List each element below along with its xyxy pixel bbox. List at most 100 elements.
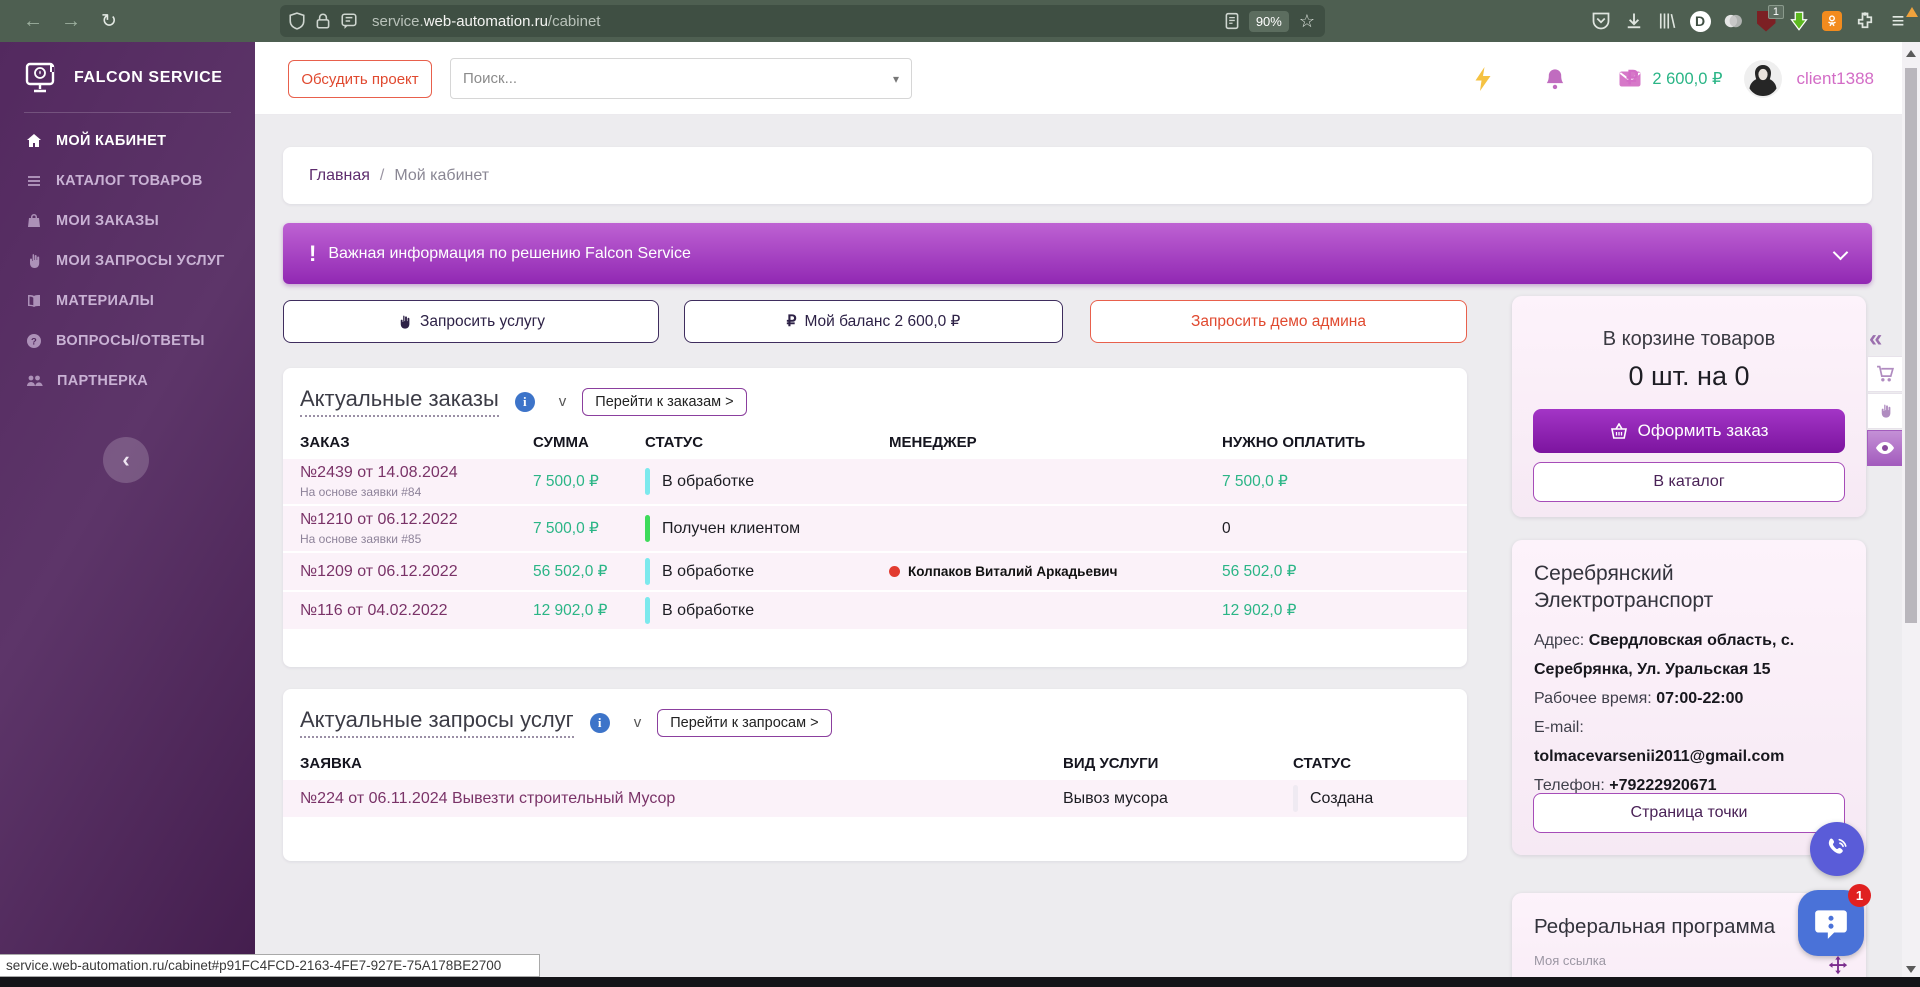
scroll-down-arrow[interactable] — [1906, 966, 1916, 973]
info-icon[interactable]: i — [590, 713, 610, 733]
search-combobox[interactable]: ▾ — [450, 58, 912, 99]
sidebar-item-my-orders[interactable]: МОИ ЗАКАЗЫ — [0, 201, 255, 241]
order-row[interactable]: №2439 от 14.08.2024 На основе заявки #84… — [283, 459, 1467, 506]
sidebar-divider — [24, 112, 231, 113]
pocket-icon[interactable] — [1589, 9, 1613, 33]
request-row[interactable]: №224 от 06.11.2024 Вывезти строительный … — [283, 780, 1467, 819]
address-bar[interactable]: service.web-automation.ru/cabinet 90% ☆ — [280, 5, 1325, 37]
order-id[interactable]: №1210 от 06.12.2022 — [300, 511, 533, 529]
extensions-puzzle-icon[interactable] — [1853, 9, 1877, 33]
manager-status-dot — [889, 566, 900, 577]
order-status: В обработке — [662, 602, 754, 620]
bag-icon — [26, 213, 42, 229]
zoom-level-badge[interactable]: 90% — [1249, 11, 1289, 32]
browser-back-icon[interactable]: ← — [14, 10, 52, 33]
order-id[interactable]: №2439 от 14.08.2024 — [300, 464, 533, 482]
downloader-arrow-icon[interactable] — [1787, 9, 1811, 33]
checkout-label: Оформить заказ — [1638, 421, 1769, 441]
phone-label: Телефон: — [1534, 777, 1605, 794]
duckduckgo-icon[interactable]: D — [1688, 9, 1712, 33]
falcon-monitor-icon — [24, 62, 60, 94]
browser-reload-icon[interactable]: ↻ — [90, 10, 128, 33]
sidebar-item-label: КАТАЛОГ ТОВАРОВ — [56, 173, 203, 189]
order-row[interactable]: №1210 от 06.12.2022 На основе заявки #85… — [283, 506, 1467, 553]
discuss-project-button[interactable]: Обсудить проект — [288, 60, 432, 98]
sidebar-collapse-button[interactable]: ‹ — [103, 437, 149, 483]
phone-value[interactable]: +79222920671 — [1609, 777, 1716, 794]
bookmark-star-icon[interactable]: ☆ — [1299, 11, 1315, 32]
url-path: /cabinet — [548, 13, 601, 30]
goto-requests-button[interactable]: Перейти к запросам > — [657, 709, 831, 737]
requests-collapse-toggle[interactable]: v — [634, 714, 642, 731]
chevron-down-icon[interactable] — [1833, 245, 1849, 261]
order-status: В обработке — [662, 563, 754, 581]
browser-toolbar: ← → ↻ service.web-automation.ru/cabinet … — [0, 0, 1920, 42]
info-icon[interactable]: i — [515, 392, 535, 412]
balance-amount[interactable]: 2 600,0 ₽ — [1652, 69, 1722, 89]
book-icon — [26, 293, 42, 309]
store-hours: Рабочее время: 07:00-22:00 — [1534, 684, 1844, 713]
library-icon[interactable] — [1655, 9, 1679, 33]
rail-cart-button[interactable] — [1867, 356, 1902, 392]
order-id[interactable]: №1209 от 06.12.2022 — [300, 563, 533, 581]
header-user-area: ₽ 2 600,0 ₽ client1388 — [1626, 42, 1874, 115]
store-info-card: Серебрянский Электротранспорт Адрес: Све… — [1512, 540, 1866, 855]
viber-button[interactable] — [1810, 822, 1864, 876]
avatar[interactable] — [1744, 60, 1782, 98]
chevron-down-icon[interactable]: ▾ — [893, 72, 899, 86]
order-row[interactable]: №116 от 04.02.2022 12 902,0 ₽ В обработк… — [283, 592, 1467, 631]
browser-forward-icon[interactable]: → — [52, 10, 90, 33]
privacy-circles-icon[interactable] — [1721, 9, 1745, 33]
rail-services-button[interactable] — [1867, 393, 1902, 429]
request-demo-button[interactable]: Запросить демо админа — [1090, 300, 1467, 343]
hand-icon — [397, 314, 412, 330]
lightning-icon[interactable] — [1474, 67, 1492, 91]
request-id[interactable]: №224 от 06.11.2024 Вывезти строительный … — [300, 790, 1063, 808]
lock-icon[interactable] — [314, 12, 332, 30]
scrollbar-thumb[interactable] — [1905, 68, 1917, 623]
col-sum: СУММА — [533, 434, 645, 451]
search-input[interactable] — [463, 70, 893, 87]
goto-orders-button[interactable]: Перейти к заказам > — [582, 388, 746, 416]
ruble-icon[interactable]: ₽ — [1626, 67, 1638, 90]
ok-ru-icon[interactable] — [1820, 9, 1844, 33]
reader-mode-icon[interactable] — [1223, 12, 1241, 30]
store-page-button[interactable]: Страница точки — [1533, 793, 1845, 833]
order-row[interactable]: №1209 от 06.12.2022 56 502,0 ₽ В обработ… — [283, 553, 1467, 592]
referral-link-label: Моя ссылка — [1534, 953, 1844, 968]
sidebar-item-my-cabinet[interactable]: МОЙ КАБИНЕТ — [0, 121, 255, 161]
permissions-icon[interactable] — [340, 12, 358, 30]
breadcrumb-home[interactable]: Главная — [309, 167, 370, 185]
email-value[interactable]: tolmacevarsenii2011@gmail.com — [1534, 748, 1784, 765]
orders-collapse-toggle[interactable]: v — [559, 393, 567, 410]
screen: ← → ↻ service.web-automation.ru/cabinet … — [0, 0, 1920, 987]
ublock-icon[interactable]: 1 — [1754, 9, 1778, 33]
scroll-up-arrow[interactable] — [1906, 50, 1916, 57]
panel-collapse-icon[interactable]: « — [1869, 325, 1882, 353]
sidebar-item-catalog[interactable]: КАТАЛОГ ТОВАРОВ — [0, 161, 255, 201]
my-balance-button[interactable]: ₽ Мой баланс 2 600,0 ₽ — [684, 300, 1063, 343]
app-menu-icon[interactable]: ≡ — [1886, 9, 1910, 33]
sidebar-item-materials[interactable]: МАТЕРИАЛЫ — [0, 281, 255, 321]
sidebar-item-label: МОИ ЗАПРОСЫ УСЛУГ — [56, 253, 225, 269]
basket-icon — [1610, 423, 1628, 439]
exclamation-icon: ! — [309, 241, 316, 267]
order-to-pay: 56 502,0 ₽ — [1222, 562, 1450, 581]
rail-view-button[interactable] — [1867, 430, 1902, 466]
bell-icon[interactable] — [1544, 67, 1566, 91]
request-service-button[interactable]: Запросить услугу — [283, 300, 659, 343]
order-id[interactable]: №116 от 04.02.2022 — [300, 602, 533, 620]
sidebar-item-faq[interactable]: ? ВОПРОСЫ/ОТВЕТЫ — [0, 321, 255, 361]
username[interactable]: client1388 — [1796, 69, 1874, 89]
sidebar-item-my-service-requests[interactable]: МОИ ЗАПРОСЫ УСЛУГ — [0, 241, 255, 281]
important-info-banner[interactable]: ! Важная информация по решению Falcon Se… — [283, 223, 1872, 284]
checkout-button[interactable]: Оформить заказ — [1533, 409, 1845, 453]
brand-logo[interactable]: FALCON SERVICE — [0, 42, 255, 94]
downloads-icon[interactable] — [1622, 9, 1646, 33]
order-sum: 12 902,0 ₽ — [533, 601, 645, 620]
vertical-scrollbar[interactable] — [1902, 42, 1920, 987]
tracking-shield-icon[interactable] — [288, 12, 306, 30]
to-catalog-button[interactable]: В каталог — [1533, 462, 1845, 502]
move-widget-icon[interactable] — [1827, 955, 1849, 977]
sidebar-item-partner[interactable]: ПАРТНЕРКА — [0, 361, 255, 401]
